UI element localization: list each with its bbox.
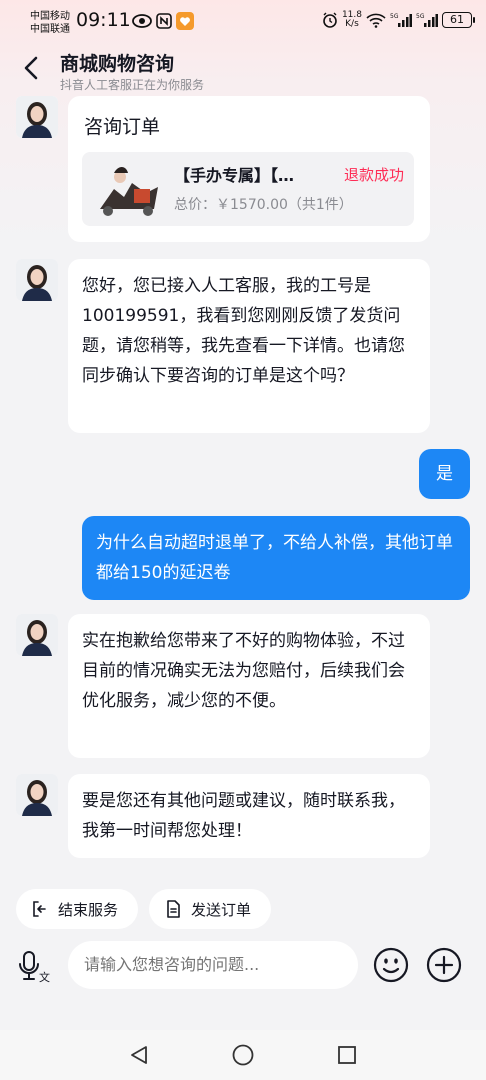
alarm-icon <box>323 12 337 28</box>
message-bubble: 您好，您已接入人工客服，我的工号是100199591，我看到您刚刚反馈了发货问题… <box>68 259 430 433</box>
svg-text:5G: 5G <box>390 13 399 20</box>
agent-avatar[interactable] <box>16 96 58 138</box>
message-bubble: 实在抱歉给您带来了不好的购物体验，不过目前的情况确实无法为您赔付，后续我们会优化… <box>68 614 430 758</box>
voice-to-text-icon[interactable]: 文 <box>18 948 52 986</box>
nav-recent-apps-icon[interactable] <box>336 1044 358 1066</box>
system-nav-bar <box>0 1030 486 1080</box>
network-speed: 11.8 K/s <box>341 10 362 29</box>
carrier-2: 中国联通 <box>30 24 70 35</box>
agent-avatar[interactable] <box>16 614 58 656</box>
product-name: 【手办专属】【… <box>174 166 295 185</box>
svg-text:文: 文 <box>39 970 50 984</box>
status-time: 09:11 <box>76 9 131 31</box>
message-input[interactable] <box>68 941 358 989</box>
message-bubble-self: 为什么自动超时退单了，不给人补偿，其他订单都给150的延迟卷 <box>82 516 470 600</box>
page-title: 商城购物咨询 <box>60 53 175 75</box>
nav-home-icon[interactable] <box>231 1043 255 1067</box>
document-icon <box>167 900 180 918</box>
eye-icon <box>132 14 152 28</box>
end-service-label: 结束服务 <box>58 900 119 919</box>
nfc-icon <box>156 13 172 29</box>
back-button[interactable] <box>18 54 46 82</box>
order-card: 咨询订单 【手办专属】【… 退款成功 总价：￥1570.00（共1件） <box>68 96 430 242</box>
send-order-label: 发送订单 <box>191 900 252 919</box>
message-bubble-self: 是 <box>419 449 470 499</box>
svg-text:5G: 5G <box>416 13 425 20</box>
exit-icon <box>33 901 46 917</box>
message-bubble: 要是您还有其他问题或建议，随时联系我，我第一时间帮您处理！ <box>68 774 430 858</box>
carrier-1: 中国移动 <box>30 11 70 22</box>
emoji-icon[interactable] <box>372 946 410 984</box>
plus-icon[interactable] <box>425 946 463 984</box>
status-bar: 中国移动 中国联通 09:11 11.8 K/s 5G 5G 61 <box>0 0 486 44</box>
product-thumbnail <box>90 159 166 219</box>
status-icons-right: 11.8 K/s 5G 5G 61 <box>322 10 475 29</box>
wifi-icon <box>366 13 386 28</box>
signal-5g-icon-1: 5G <box>390 13 412 27</box>
status-icons-left <box>132 12 194 30</box>
page-subtitle: 抖音人工客服正在为你服务 <box>60 78 205 92</box>
order-card-title: 咨询订单 <box>84 116 161 138</box>
refund-status: 退款成功 <box>343 166 404 184</box>
agent-avatar[interactable] <box>16 259 58 301</box>
order-price: 总价：￥1570.00（共1件） <box>174 197 353 213</box>
app-notification-icon <box>176 12 194 30</box>
send-order-button[interactable]: 发送订单 <box>149 889 271 929</box>
chat-header: 商城购物咨询 抖音人工客服正在为你服务 <box>0 44 486 96</box>
battery-indicator: 61 <box>442 12 475 28</box>
order-item[interactable]: 【手办专属】【… 退款成功 总价：￥1570.00（共1件） <box>82 152 414 226</box>
carrier-info: 中国移动 中国联通 <box>30 10 70 36</box>
agent-avatar[interactable] <box>16 774 58 816</box>
input-row: 文 <box>0 938 486 998</box>
end-service-button[interactable]: 结束服务 <box>16 889 138 929</box>
nav-back-icon[interactable] <box>128 1044 150 1066</box>
signal-5g-icon-2: 5G <box>416 13 438 27</box>
